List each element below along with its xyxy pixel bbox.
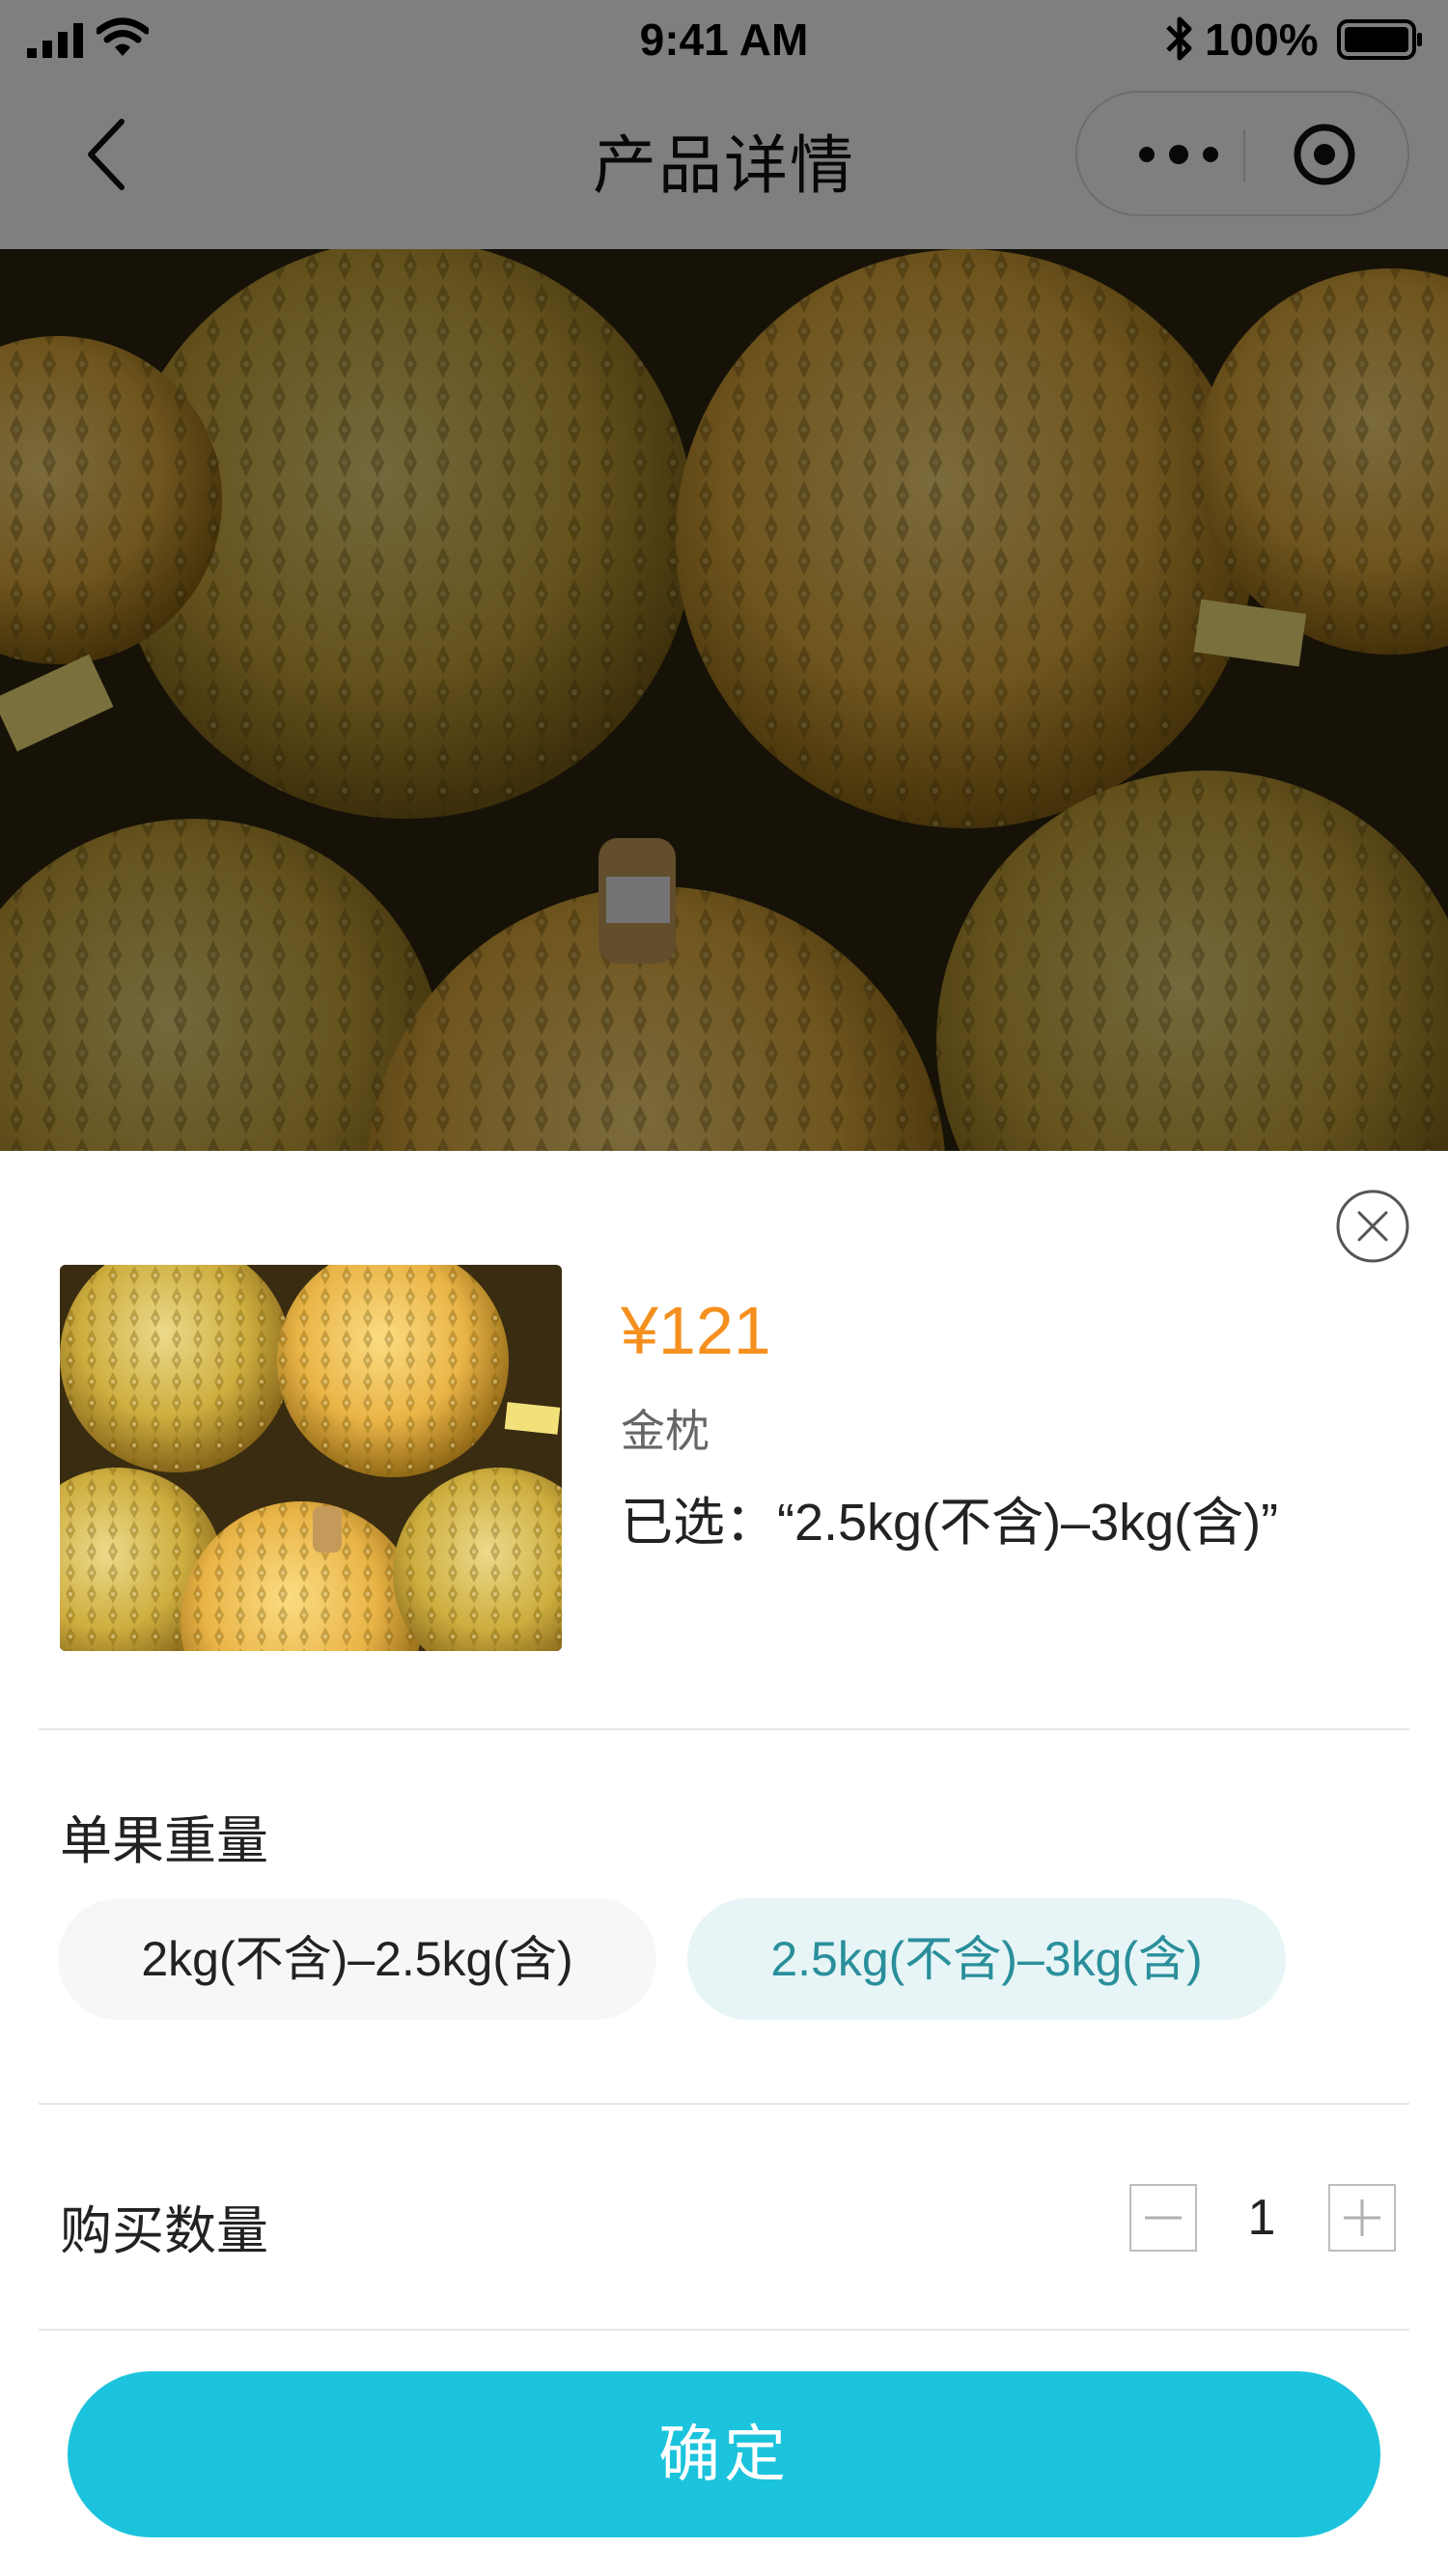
sku-selection-sheet: ¥121 金枕 已选：“2.5kg(不含)–3kg(含)” 单果重量 2kg(不… [0,1151,1448,2576]
product-price: ¥121 [621,1293,771,1368]
menu-capsule [1075,91,1409,216]
quantity-section-label: 购买数量 [60,2202,268,2260]
more-icon[interactable] [1126,127,1232,182]
battery-icon [1337,19,1422,60]
weight-section-label: 单果重量 [60,1812,268,1870]
product-thumbnail [60,1265,562,1651]
minus-icon [1145,2216,1182,2220]
capsule-close-icon[interactable] [1290,120,1359,189]
quantity-plus-button[interactable] [1328,2184,1396,2252]
divider [39,1728,1409,1730]
selected-spec-text: 已选：“2.5kg(不含)–3kg(含)” [621,1494,1279,1552]
close-circle-icon[interactable] [1334,1188,1411,1265]
quantity-value[interactable]: 1 [1226,2184,1297,2252]
battery-percent: 100% [1205,14,1319,65]
divider [39,2103,1409,2105]
capsule-divider [1243,129,1245,182]
divider [39,2329,1409,2331]
background-page: 9:41 AM 100% 产品详情 [0,0,1448,1159]
quantity-minus-button[interactable] [1129,2184,1197,2252]
durian-photo [0,249,1448,1151]
product-variety: 金枕 [621,1406,710,1456]
weight-option[interactable]: 2kg(不含)–2.5kg(含) [58,1898,656,2020]
weight-option-selected[interactable]: 2.5kg(不含)–3kg(含) [687,1898,1286,2020]
status-bar: 9:41 AM 100% [0,0,1448,83]
plus-icon [1344,2199,1380,2236]
confirm-button[interactable]: 确定 [68,2371,1380,2537]
nav-bar: 产品详情 [0,83,1448,249]
durian-thumbnail-photo [60,1265,562,1651]
product-hero-image [0,249,1448,1151]
bluetooth-icon [1166,16,1192,61]
